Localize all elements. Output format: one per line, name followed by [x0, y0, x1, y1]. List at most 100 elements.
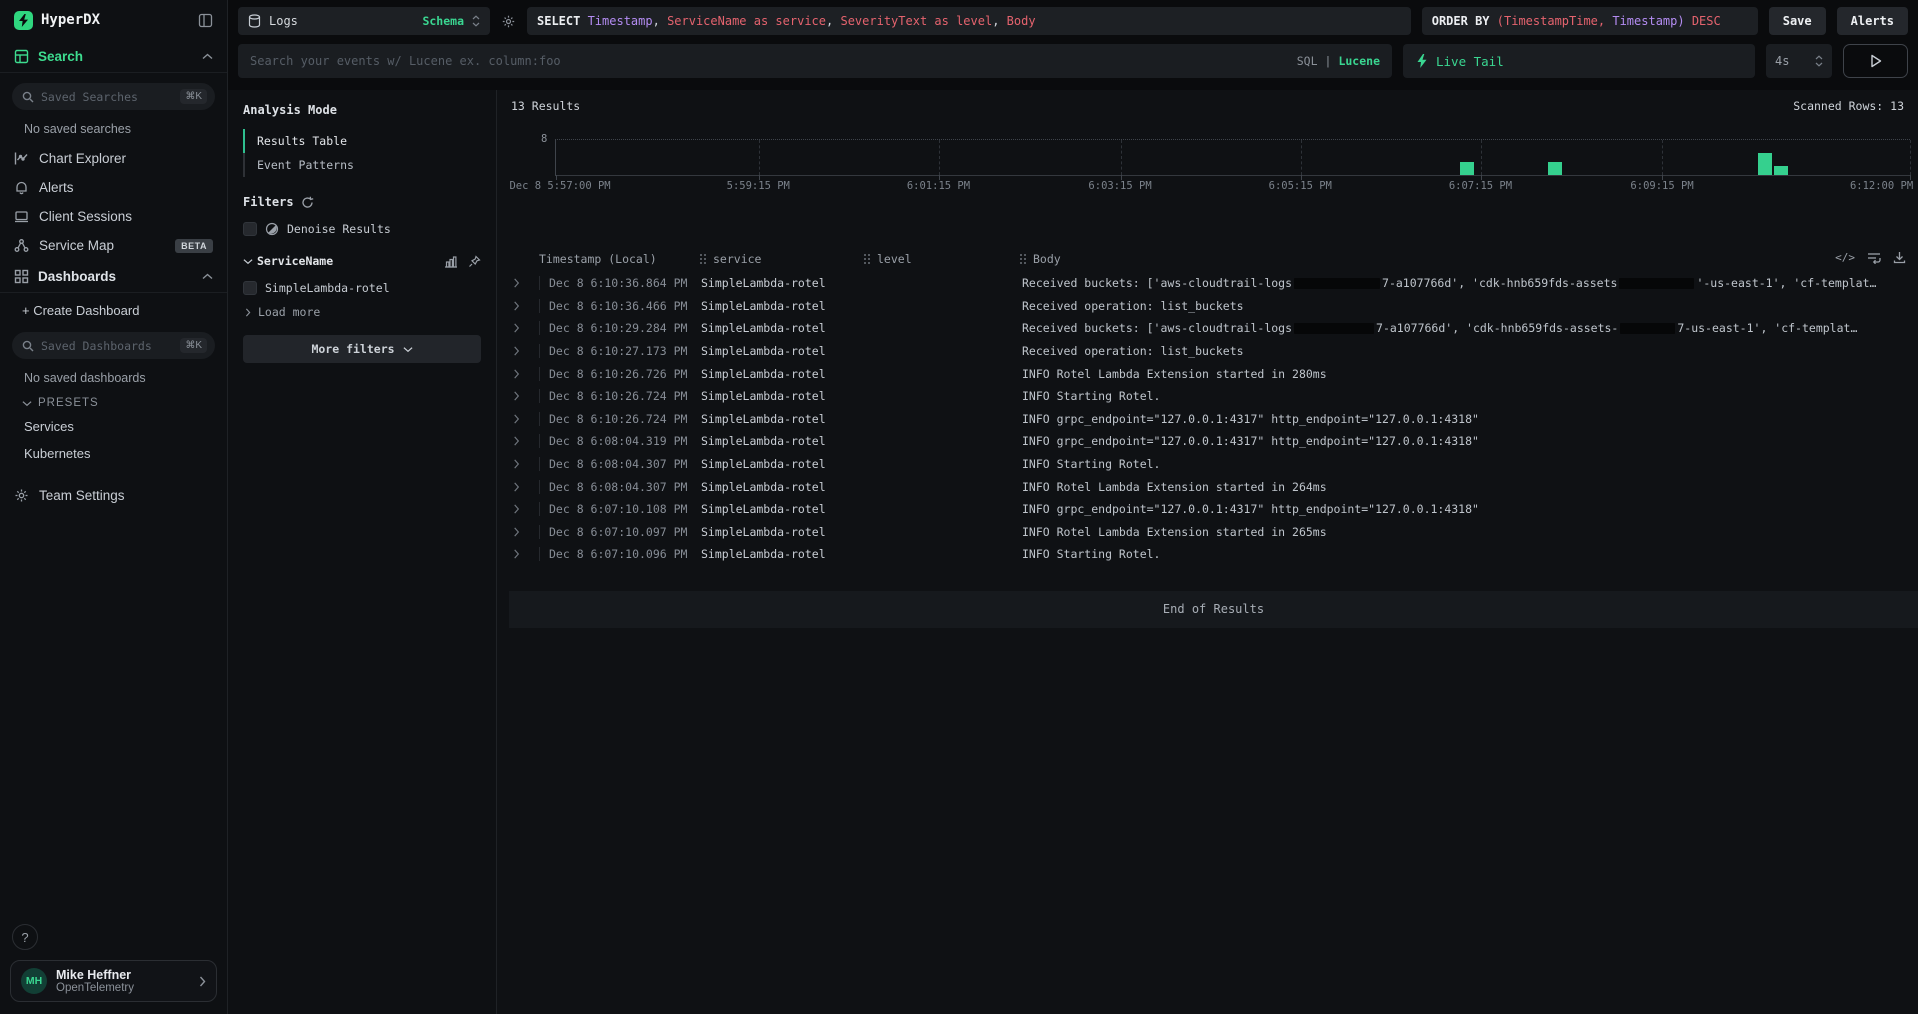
sidebar-item-service-map[interactable]: Service Map BETA: [0, 231, 227, 260]
log-row[interactable]: Dec 8 6:10:29.284 PMSimpleLambda-rotelRe…: [509, 317, 1918, 340]
denoise-checkbox[interactable]: [243, 222, 257, 236]
log-row[interactable]: Dec 8 6:07:10.108 PMSimpleLambda-rotelIN…: [509, 498, 1918, 521]
histogram-bar[interactable]: [1460, 162, 1474, 175]
gridline: [1301, 140, 1302, 175]
denoise-results-toggle[interactable]: Denoise Results: [243, 222, 481, 236]
select-clause-input[interactable]: SELECT Timestamp, ServiceName as service…: [527, 7, 1411, 35]
more-filters-label: More filters: [311, 342, 394, 356]
preset-item-kubernetes[interactable]: Kubernetes: [0, 440, 227, 467]
row-expand-icon[interactable]: [509, 459, 539, 469]
row-expand-icon[interactable]: [509, 346, 539, 356]
histogram-bar[interactable]: [1774, 166, 1788, 175]
order-by-input[interactable]: ORDER BY (TimestampTime, Timestamp) DESC: [1422, 7, 1758, 35]
log-row[interactable]: Dec 8 6:10:26.724 PMSimpleLambda-rotelIN…: [509, 408, 1918, 431]
histogram-plot: 8: [555, 139, 1910, 176]
log-row[interactable]: Dec 8 6:10:36.864 PMSimpleLambda-rotelRe…: [509, 272, 1918, 295]
user-menu[interactable]: MH Mike Heffner OpenTelemetry: [10, 960, 217, 1002]
row-expand-icon[interactable]: [509, 527, 539, 537]
row-expand-icon[interactable]: [509, 549, 539, 559]
facet-value-simplelambda-rotel[interactable]: SimpleLambda-rotel: [243, 281, 481, 295]
drag-grip-icon[interactable]: [1019, 253, 1027, 265]
preset-item-services[interactable]: Services: [0, 413, 227, 440]
row-expand-icon[interactable]: [509, 369, 539, 379]
create-dashboard-button[interactable]: + Create Dashboard: [0, 293, 227, 322]
log-row[interactable]: Dec 8 6:07:10.097 PMSimpleLambda-rotelIN…: [509, 521, 1918, 544]
sidebar-item-alerts[interactable]: Alerts: [0, 173, 227, 202]
saved-searches-input[interactable]: Saved Searches ⌘K: [12, 83, 215, 110]
schema-link[interactable]: Schema: [422, 14, 464, 28]
row-expand-icon[interactable]: [509, 323, 539, 333]
col-header-service[interactable]: service: [699, 252, 863, 266]
row-expand-icon[interactable]: [509, 414, 539, 424]
col-header-timestamp[interactable]: Timestamp (Local): [539, 252, 699, 266]
event-search-input[interactable]: Search your events w/ Lucene ex. column:…: [238, 44, 1392, 78]
save-button[interactable]: Save: [1769, 7, 1826, 35]
refresh-interval-select[interactable]: 4s: [1766, 44, 1832, 78]
sidebar-item-client-sessions[interactable]: Client Sessions: [0, 202, 227, 231]
facet-name: ServiceName: [257, 254, 440, 268]
presets-toggle[interactable]: PRESETS: [0, 387, 227, 413]
facet-value-checkbox[interactable]: [243, 281, 257, 295]
refresh-icon[interactable]: [301, 196, 314, 209]
alerts-button[interactable]: Alerts: [1837, 7, 1908, 35]
live-tail-button[interactable]: Live Tail: [1403, 44, 1755, 78]
load-more-button[interactable]: Load more: [245, 305, 481, 319]
query-settings-gear-icon[interactable]: [501, 14, 516, 29]
saved-dashboards-input[interactable]: Saved Dashboards ⌘K: [12, 332, 215, 359]
histogram-bar[interactable]: [1548, 162, 1562, 175]
query-segment: ,: [653, 14, 667, 28]
log-row[interactable]: Dec 8 6:08:04.307 PMSimpleLambda-rotelIN…: [509, 475, 1918, 498]
facet-servicename[interactable]: ServiceName: [243, 254, 481, 268]
drag-grip-icon[interactable]: [863, 253, 871, 265]
query-segment: ,: [826, 14, 840, 28]
analysis-mode-heading: Analysis Mode: [243, 103, 481, 117]
row-expand-icon[interactable]: [509, 391, 539, 401]
row-expand-icon[interactable]: [509, 278, 539, 288]
log-row[interactable]: Dec 8 6:10:27.173 PMSimpleLambda-rotelRe…: [509, 340, 1918, 363]
log-row[interactable]: Dec 8 6:08:04.319 PMSimpleLambda-rotelIN…: [509, 430, 1918, 453]
lucene-mode-toggle[interactable]: Lucene: [1338, 54, 1380, 68]
download-icon[interactable]: [1893, 251, 1906, 264]
log-row[interactable]: Dec 8 6:10:26.724 PMSimpleLambda-rotelIN…: [509, 385, 1918, 408]
log-row[interactable]: Dec 8 6:08:04.307 PMSimpleLambda-rotelIN…: [509, 453, 1918, 476]
row-expand-icon[interactable]: [509, 436, 539, 446]
analysis-mode-results-table[interactable]: Results Table: [243, 129, 481, 153]
col-header-level[interactable]: level: [863, 252, 1019, 266]
query-segment: (TimestampTime,: [1497, 14, 1613, 28]
x-axis-label: 6:12:00 PM: [1850, 180, 1913, 192]
sidebar: HyperDX Search Saved Searches ⌘K No save…: [0, 0, 228, 1014]
log-row[interactable]: Dec 8 6:10:36.466 PMSimpleLambda-rotelRe…: [509, 295, 1918, 318]
cell-service: SimpleLambda-rotel: [699, 367, 863, 381]
log-row[interactable]: Dec 8 6:07:10.096 PMSimpleLambda-rotelIN…: [509, 543, 1918, 566]
gridline: [759, 140, 760, 175]
play-button[interactable]: [1843, 44, 1908, 78]
source-select[interactable]: Logs Schema: [238, 7, 490, 35]
cell-timestamp: Dec 8 6:07:10.096 PM: [539, 547, 699, 561]
analysis-mode-event-patterns[interactable]: Event Patterns: [243, 153, 481, 177]
pin-icon[interactable]: [468, 255, 481, 268]
code-view-icon[interactable]: </>: [1835, 251, 1855, 264]
log-row[interactable]: Dec 8 6:10:26.726 PMSimpleLambda-rotelIN…: [509, 362, 1918, 385]
col-header-body[interactable]: Body: [1019, 252, 1918, 266]
row-expand-icon[interactable]: [509, 504, 539, 514]
row-expand-icon[interactable]: [509, 482, 539, 492]
sidebar-item-search[interactable]: Search: [0, 40, 227, 72]
search-icon: [22, 340, 34, 352]
sidebar-item-team-settings[interactable]: Team Settings: [0, 481, 227, 510]
more-filters-button[interactable]: More filters: [243, 335, 481, 363]
sql-mode-toggle[interactable]: SQL: [1297, 54, 1318, 68]
sidebar-item-dashboards[interactable]: Dashboards: [0, 260, 227, 292]
sidebar-item-chart-explorer[interactable]: Chart Explorer: [0, 144, 227, 173]
dashboards-label: Dashboards: [38, 269, 193, 284]
drag-grip-icon[interactable]: [699, 253, 707, 265]
help-button[interactable]: ?: [12, 924, 38, 950]
sidebar-collapse-icon[interactable]: [198, 13, 213, 28]
cell-service: SimpleLambda-rotel: [699, 480, 863, 494]
query-segment: ServiceName as service: [667, 14, 826, 28]
row-expand-icon[interactable]: [509, 301, 539, 311]
facet-chart-icon[interactable]: [444, 255, 458, 268]
wrap-lines-icon[interactable]: [1867, 251, 1881, 264]
results-count: 13 Results: [511, 99, 580, 113]
histogram-bar[interactable]: [1758, 153, 1772, 175]
histogram-xaxis: Dec 8 5:57:00 PM5:59:15 PM6:01:15 PM6:03…: [555, 180, 1910, 196]
